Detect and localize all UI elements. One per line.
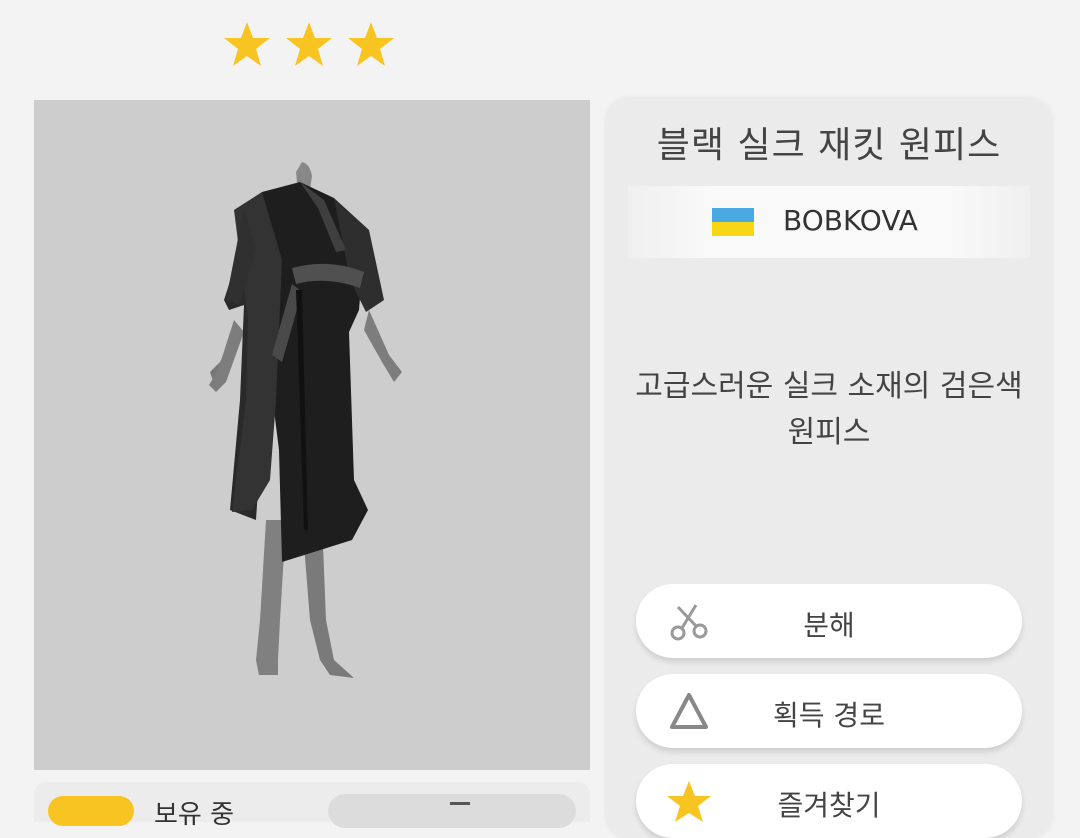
item-title: 블랙 실크 재킷 원피스: [656, 125, 1002, 166]
favorite-button[interactable]: 즐겨찾기: [636, 764, 1022, 838]
owned-count-badge: [48, 796, 134, 826]
disassemble-label: 분해: [803, 609, 855, 642]
rating-stars: [222, 20, 396, 70]
star-icon: [348, 22, 394, 66]
item-detail-panel: 블랙 실크 재킷 원피스 BOBKOVA 고급스러운 실크 소재의 검은색 원피…: [606, 98, 1052, 838]
star-icon: [224, 22, 270, 66]
owned-label: 보유 중: [154, 800, 235, 830]
minus-icon[interactable]: [450, 802, 470, 805]
star-icon: [286, 22, 332, 66]
favorite-label: 즐겨찾기: [777, 789, 881, 822]
ukraine-flag-icon: [712, 208, 754, 236]
item-preview: [34, 100, 590, 770]
dress-on-mannequin-image: [209, 162, 402, 678]
item-description: 고급스러운 실크 소재의 검은색 원피스: [635, 369, 1023, 450]
designer-bar: BOBKOVA: [628, 186, 1030, 258]
quantity-selector[interactable]: [328, 794, 576, 828]
inventory-strip: 보유 중: [34, 782, 590, 830]
disassemble-button[interactable]: 분해: [636, 584, 1022, 658]
acquire-route-label: 획득 경로: [773, 699, 885, 732]
acquire-route-button[interactable]: 획득 경로: [636, 674, 1022, 748]
designer-name: BOBKOVA: [783, 204, 918, 237]
